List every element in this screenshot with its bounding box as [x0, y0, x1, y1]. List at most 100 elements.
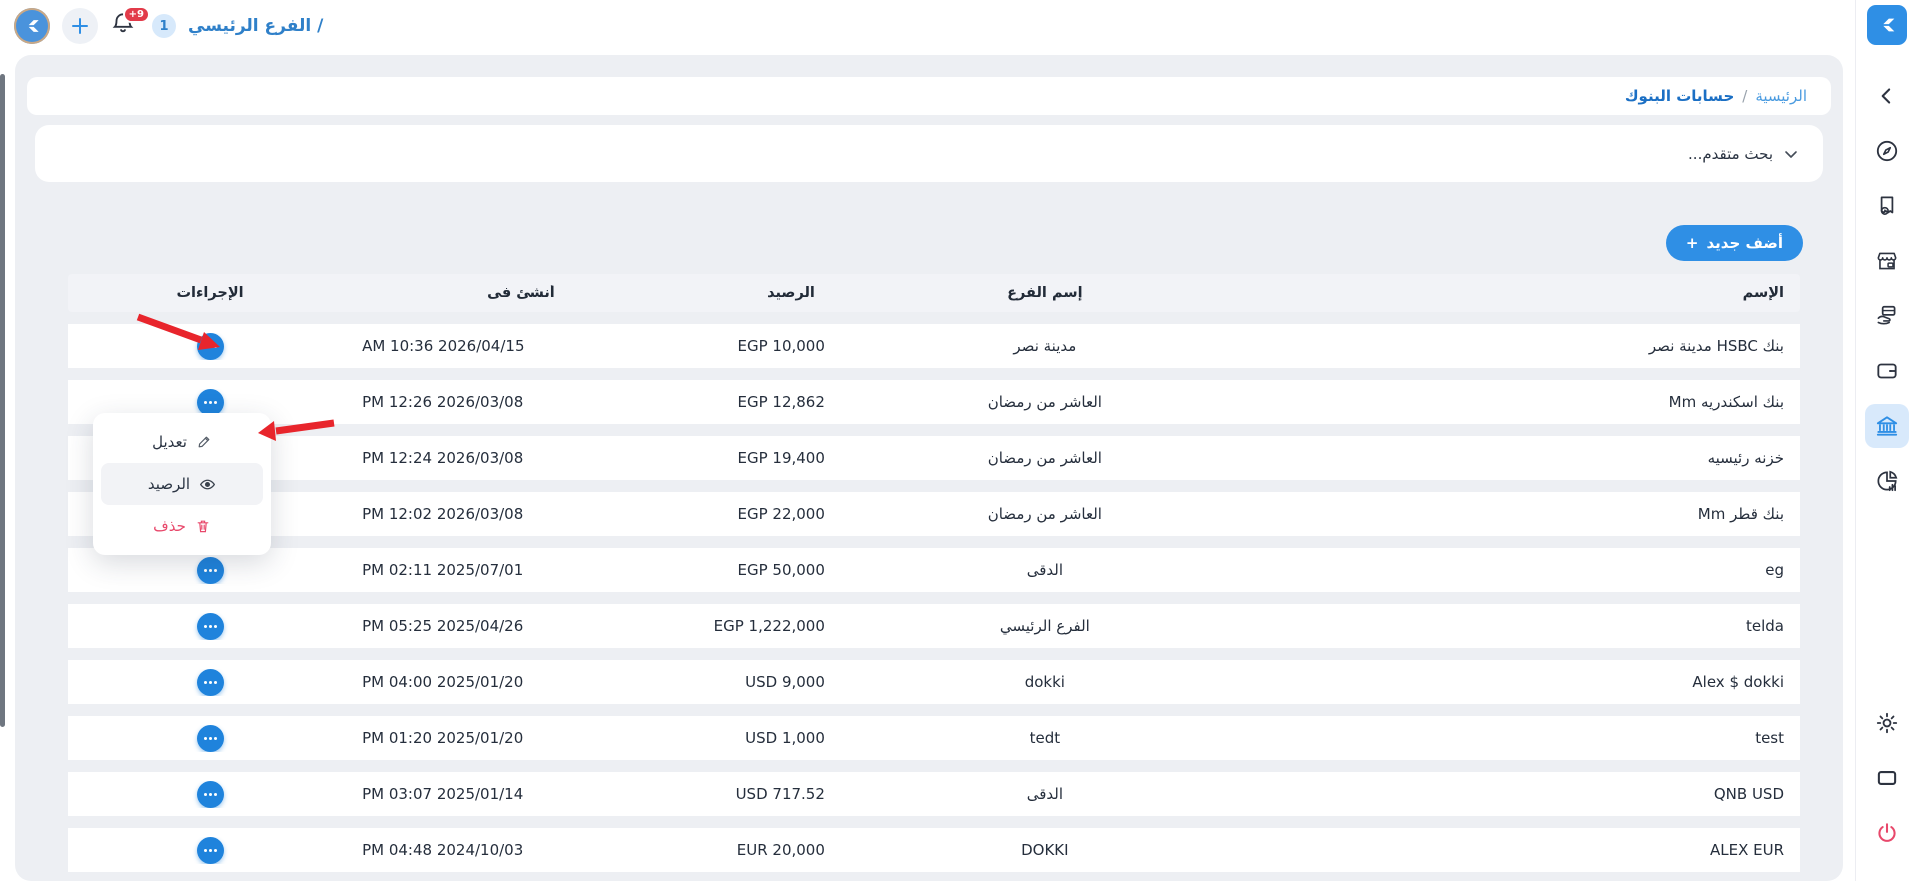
- branch-cell: مدينة نصر: [825, 337, 1265, 355]
- add-new-button[interactable]: أضف جديد +: [1666, 225, 1803, 261]
- table-row: testtedtUSD 1,000PM 01:20 2025/01/20: [68, 716, 1800, 760]
- trash-icon: [195, 518, 211, 534]
- balance-cell: EGP 1,222,000: [690, 617, 825, 635]
- balance-cell: USD 9,000: [690, 673, 825, 691]
- topbar-left-cluster: +9 1 الفرع الرئيسي /: [14, 6, 323, 46]
- balance-cell: USD 717.52: [690, 785, 825, 803]
- actions-cell: [68, 669, 352, 696]
- name-cell: QNB USD: [1265, 785, 1800, 803]
- table-row: teldaالفرع الرئيسيEGP 1,222,000PM 05:25 …: [68, 604, 1800, 648]
- balance-cell: EGP 22,000: [690, 505, 825, 523]
- sidebar-item-gear[interactable]: [1865, 701, 1909, 745]
- branch-cell: العاشر من رمضان: [825, 505, 1265, 523]
- eye-icon: [199, 476, 216, 493]
- chevron-down-icon: [1783, 146, 1799, 162]
- menu-item-balance[interactable]: الرصيد: [101, 463, 263, 505]
- branch-cell: DOKKI: [825, 841, 1265, 859]
- sidebar-item-hand-card[interactable]: [1865, 294, 1909, 338]
- wallet-icon: [1874, 358, 1900, 384]
- balance-cell: EGP 19,400: [690, 449, 825, 467]
- add-new-label: أضف جديد: [1707, 234, 1784, 252]
- row-actions-button[interactable]: [197, 333, 224, 360]
- header-actions: الإجراءات: [68, 285, 352, 301]
- balance-cell: USD 1,000: [690, 729, 825, 747]
- actions-cell: [68, 557, 352, 584]
- actions-cell: [68, 725, 352, 752]
- sidebar-item-compass[interactable]: [1865, 129, 1909, 173]
- row-actions-button[interactable]: [197, 669, 224, 696]
- table-row: بنك قطر Mmالعاشر من رمضانEGP 22,000PM 12…: [68, 492, 1800, 536]
- table-row: بنك HSBC مدينة نصرمدينة نصرEGP 10,000AM …: [68, 324, 1800, 368]
- menu-item-delete[interactable]: حذف: [101, 505, 263, 547]
- pie-chart-icon: [1874, 468, 1900, 494]
- sidebar-item-window[interactable]: [1865, 756, 1909, 800]
- notification-badge: +9: [123, 6, 150, 23]
- balance-cell: EUR 20,000: [690, 841, 825, 859]
- advanced-search-toggle[interactable]: بحث متقدم...: [35, 125, 1823, 182]
- name-cell: eg: [1265, 561, 1800, 579]
- row-actions-button[interactable]: [197, 389, 224, 416]
- name-cell: test: [1265, 729, 1800, 747]
- breadcrumb-home-link[interactable]: الرئيسية: [1755, 87, 1807, 105]
- branch-cell: الدقى: [825, 561, 1265, 579]
- notifications-button[interactable]: +9: [110, 10, 140, 42]
- sidebar-item-wallet[interactable]: [1865, 349, 1909, 393]
- sidebar-item-bank[interactable]: [1865, 404, 1909, 448]
- actions-cell: [68, 781, 352, 808]
- actions-cell: [68, 333, 352, 360]
- actions-cell: [68, 389, 352, 416]
- actions-cell: [68, 613, 352, 640]
- row-actions-button[interactable]: [197, 837, 224, 864]
- table-row: ALEX EURDOKKIEUR 20,000PM 04:48 2024/10/…: [68, 828, 1800, 872]
- advanced-search-label: بحث متقدم...: [1688, 145, 1773, 163]
- sidebar-item-power[interactable]: [1865, 811, 1909, 855]
- sidebar-nav: [1855, 0, 1919, 881]
- row-actions-button[interactable]: [197, 557, 224, 584]
- name-cell: بنك اسكندريه Mm: [1265, 393, 1800, 411]
- branch-count-chip: 1: [152, 14, 176, 38]
- chevron-left-icon: [1874, 83, 1900, 109]
- sidebar-item-receipt-money[interactable]: [1865, 184, 1909, 228]
- sidebar-item-store[interactable]: [1865, 239, 1909, 283]
- menu-item-edit[interactable]: تعديل: [101, 421, 263, 463]
- branch-cell: العاشر من رمضان: [825, 393, 1265, 411]
- power-icon: [1874, 820, 1900, 846]
- plus-icon: [70, 16, 90, 36]
- sidebar-item-chevron-left[interactable]: [1865, 74, 1909, 118]
- branch-cell: tedt: [825, 729, 1265, 747]
- bank-accounts-table: الإسم إسم الفرع الرصيد أنشئ فى الإجراءات…: [68, 274, 1800, 872]
- breadcrumb-current: حسابات البنوك: [1625, 87, 1734, 105]
- header-balance: الرصيد: [690, 285, 825, 301]
- branch-cell: dokki: [825, 673, 1265, 691]
- table-row: خزنه رئيسيهالعاشر من رمضانEGP 19,400PM 1…: [68, 436, 1800, 480]
- gear-icon: [1874, 710, 1900, 736]
- app-logo[interactable]: [1867, 5, 1907, 45]
- sidebar-bottom-group: [1855, 701, 1919, 855]
- name-cell: بنك HSBC مدينة نصر: [1265, 337, 1800, 355]
- branch-cell: الدقى: [825, 785, 1265, 803]
- table-row: بنك اسكندريه Mmالعاشر من رمضانEGP 12,862…: [68, 380, 1800, 424]
- menu-item-edit-label: تعديل: [152, 433, 187, 451]
- bank-icon: [1874, 413, 1900, 439]
- balance-cell: EGP 12,862: [690, 393, 825, 411]
- window-icon: [1874, 765, 1900, 791]
- created-cell: PM 04:00 2025/01/20: [352, 673, 690, 691]
- breadcrumb: الرئيسية / حسابات البنوك: [27, 77, 1831, 115]
- created-cell: PM 05:25 2025/04/26: [352, 617, 690, 635]
- name-cell: telda: [1265, 617, 1800, 635]
- pencil-icon: [196, 434, 212, 450]
- menu-item-delete-label: حذف: [153, 517, 186, 535]
- sidebar-item-pie-chart[interactable]: [1865, 459, 1909, 503]
- user-avatar-logo[interactable]: [14, 8, 50, 44]
- current-branch-title[interactable]: الفرع الرئيسي /: [188, 16, 323, 36]
- table-row: QNB USDالدقىUSD 717.52PM 03:07 2025/01/1…: [68, 772, 1800, 816]
- created-cell: AM 10:36 2026/04/15: [352, 337, 690, 355]
- row-actions-button[interactable]: [197, 613, 224, 640]
- hand-card-icon: [1874, 303, 1900, 329]
- add-quick-button[interactable]: [62, 8, 98, 44]
- created-cell: PM 12:02 2026/03/08: [352, 505, 690, 523]
- scrollbar-thumb[interactable]: [0, 74, 5, 727]
- row-actions-button[interactable]: [197, 781, 224, 808]
- receipt-money-icon: [1874, 193, 1900, 219]
- row-actions-button[interactable]: [197, 725, 224, 752]
